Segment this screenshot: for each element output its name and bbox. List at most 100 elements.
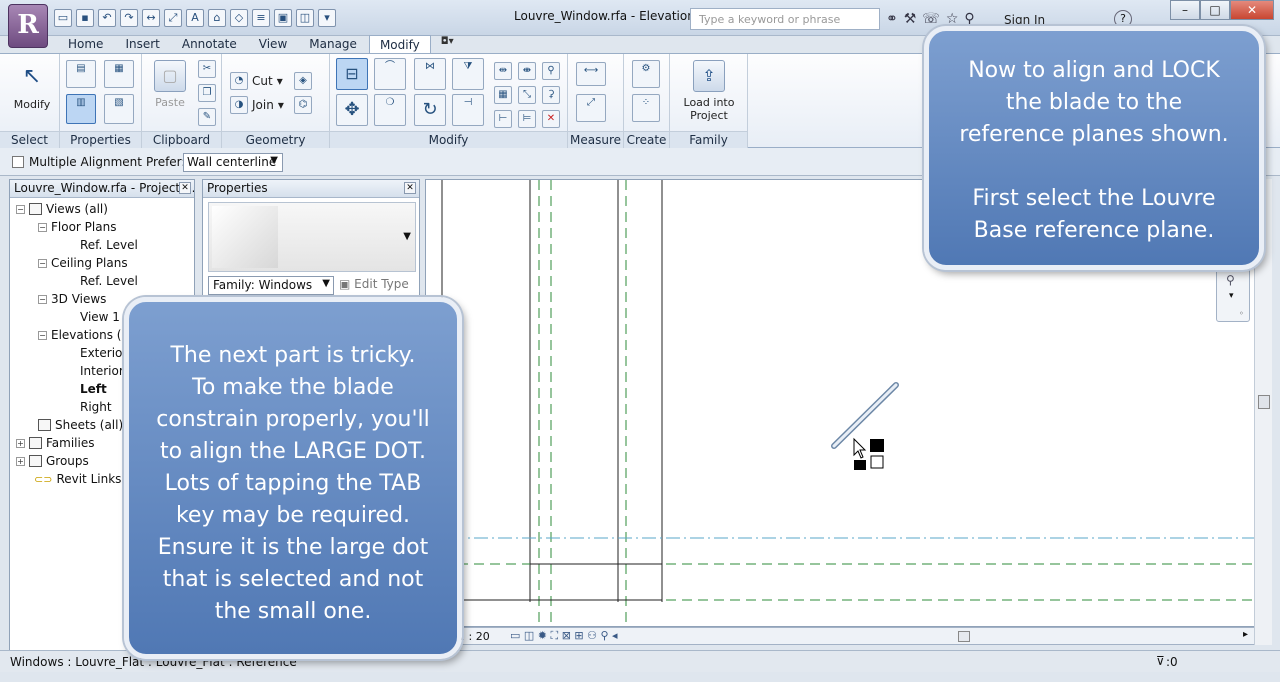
- default-3d-icon[interactable]: ⌂: [208, 9, 226, 27]
- close-hidden-icon[interactable]: ▣: [274, 9, 292, 27]
- tree-families[interactable]: + Families: [16, 436, 94, 450]
- tree-interior[interactable]: Interior: [80, 364, 124, 378]
- trim-multiple-icon[interactable]: ⊢: [494, 110, 512, 128]
- pin-icon[interactable]: ⚲: [542, 62, 560, 80]
- tree-floor-ref-level[interactable]: Ref. Level: [80, 238, 138, 252]
- family-category-icon[interactable]: ▧: [104, 94, 134, 124]
- expand-icon[interactable]: +: [16, 456, 25, 466]
- maximize-button[interactable]: □: [1200, 0, 1230, 20]
- cut-scissors-icon[interactable]: ✂: [198, 60, 216, 78]
- collapse-icon[interactable]: −: [16, 204, 25, 214]
- offset-icon[interactable]: ⌒: [374, 58, 406, 90]
- measure-icon[interactable]: ↔: [142, 9, 160, 27]
- tree-ceiling-ref-level[interactable]: Ref. Level: [80, 274, 138, 288]
- array-icon[interactable]: ▦: [494, 86, 512, 104]
- undo-icon[interactable]: ↶: [98, 9, 116, 27]
- binoculars-icon[interactable]: ⚭: [886, 11, 898, 27]
- text-icon[interactable]: A: [186, 9, 204, 27]
- paste-button[interactable]: ▢ Paste: [150, 60, 190, 109]
- tree-left[interactable]: Left: [80, 382, 107, 396]
- scale-icon[interactable]: ⤡: [518, 86, 536, 104]
- tab-home[interactable]: Home: [58, 35, 113, 53]
- tree-3d-views[interactable]: −3D Views: [38, 292, 106, 306]
- multiple-alignment-checkbox[interactable]: [12, 156, 24, 168]
- open-icon[interactable]: ▭: [54, 9, 72, 27]
- measure-between-icon[interactable]: ⟷: [576, 62, 606, 86]
- tree-floor-plans[interactable]: − Floor Plans: [38, 220, 116, 234]
- delete-icon[interactable]: ✕: [542, 110, 560, 128]
- copy-element-icon[interactable]: ❍: [374, 94, 406, 126]
- split-element-icon[interactable]: ⇹: [494, 62, 512, 80]
- family-filter-select[interactable]: Family: Windows ▼: [208, 276, 334, 295]
- wall-joins-icon[interactable]: ⌬: [294, 96, 312, 114]
- family-types-icon[interactable]: ▦: [104, 60, 134, 88]
- subscription-icon[interactable]: ⚒: [904, 11, 917, 27]
- copy-icon[interactable]: ❐: [198, 84, 216, 102]
- collapse-icon[interactable]: −: [38, 258, 47, 268]
- mirror-axis-icon[interactable]: ⋈: [414, 58, 446, 90]
- tab-insert[interactable]: Insert: [115, 35, 169, 53]
- close-icon[interactable]: ✕: [179, 182, 191, 194]
- expand-icon[interactable]: +: [16, 438, 25, 448]
- tree-revit-links[interactable]: ⊂⊃ Revit Links: [34, 472, 121, 486]
- tree-groups[interactable]: + Groups: [16, 454, 89, 468]
- move-icon[interactable]: ✥: [336, 94, 368, 126]
- sign-in-link[interactable]: Sign In: [1004, 13, 1045, 27]
- large-dot-grip[interactable]: [870, 439, 884, 452]
- type-properties-icon[interactable]: ▤: [66, 60, 96, 88]
- tree-right[interactable]: Right: [80, 400, 112, 414]
- modify-button[interactable]: ↖ Modify: [12, 62, 52, 111]
- thin-lines-icon[interactable]: ≡: [252, 9, 270, 27]
- application-menu-button[interactable]: R: [8, 4, 48, 48]
- prefer-select[interactable]: Wall centerline ▼: [183, 153, 283, 172]
- tab-manage[interactable]: Manage: [299, 35, 367, 53]
- trim-extend-icon[interactable]: ⊣: [452, 94, 484, 126]
- tree-views-all[interactable]: − Views (all): [16, 202, 108, 216]
- match-type-icon[interactable]: ✎: [198, 108, 216, 126]
- type-selector[interactable]: ▼: [208, 202, 416, 272]
- collapse-icon[interactable]: −: [38, 330, 47, 340]
- minimize-button[interactable]: –: [1170, 0, 1200, 20]
- edit-type-button[interactable]: ▣ Edit Type: [339, 277, 409, 291]
- aligned-dimension-icon[interactable]: ⤢: [576, 94, 606, 122]
- split-gap-icon[interactable]: ⇼: [518, 62, 536, 80]
- vertical-scroll-thumb[interactable]: [1258, 395, 1270, 409]
- section-icon[interactable]: ◇: [230, 9, 248, 27]
- tree-ceiling-plans[interactable]: − Ceiling Plans: [38, 256, 128, 270]
- join-geometry-button[interactable]: ◑ Join ▾: [230, 96, 284, 114]
- close-icon[interactable]: ✕: [404, 182, 416, 194]
- create-similar-icon[interactable]: ⁘: [632, 94, 660, 122]
- unpin-icon[interactable]: ⚳: [542, 86, 560, 104]
- view-controls-icons[interactable]: ▭ ◫ ✹ ⛶ ⊠ ⊞ ⚇ ⚲ ◂: [510, 629, 618, 643]
- split-face-icon[interactable]: ◈: [294, 72, 312, 90]
- favorites-star-icon[interactable]: ☆: [946, 11, 959, 27]
- extend-icon[interactable]: ⊨: [518, 110, 536, 128]
- close-button[interactable]: ✕: [1230, 0, 1274, 20]
- dimension-icon[interactable]: ⤢: [164, 9, 182, 27]
- redo-icon[interactable]: ↷: [120, 9, 138, 27]
- view-scale[interactable]: 1 : 20: [458, 630, 490, 643]
- load-into-project-button[interactable]: ⇪ Load into Project: [676, 60, 742, 122]
- scroll-right-icon[interactable]: ▸: [1243, 629, 1248, 640]
- align-icon[interactable]: ⊟: [336, 58, 368, 90]
- user-icon[interactable]: ⚲: [964, 11, 974, 27]
- zoom-dropdown-icon[interactable]: ▾: [1229, 291, 1234, 301]
- customize-qat-icon[interactable]: ▾: [318, 9, 336, 27]
- search-input[interactable]: Type a keyword or phrase: [690, 8, 880, 30]
- tab-annotate[interactable]: Annotate: [172, 35, 247, 53]
- switch-windows-icon[interactable]: ◫: [296, 9, 314, 27]
- cut-geometry-button[interactable]: ◔ Cut ▾: [230, 72, 283, 90]
- tree-sheets[interactable]: Sheets (all): [38, 418, 123, 432]
- properties-toggle-icon[interactable]: ▥: [66, 94, 96, 124]
- collapse-icon[interactable]: −: [38, 294, 47, 304]
- rotate-icon[interactable]: ↻: [414, 94, 446, 126]
- small-dot-grip[interactable]: [854, 460, 866, 470]
- tree-elevations[interactable]: − Elevations (E: [38, 328, 129, 342]
- create-group-icon[interactable]: ⚙: [632, 60, 660, 88]
- save-icon[interactable]: ▪: [76, 9, 94, 27]
- tree-view-1[interactable]: View 1: [80, 310, 120, 324]
- zoom-icon[interactable]: ⚲: [1226, 273, 1235, 287]
- filter-icon[interactable]: ⊽: [1156, 654, 1165, 668]
- tab-modify[interactable]: Modify: [368, 35, 431, 53]
- navbar-options-icon[interactable]: ◦: [1239, 309, 1244, 318]
